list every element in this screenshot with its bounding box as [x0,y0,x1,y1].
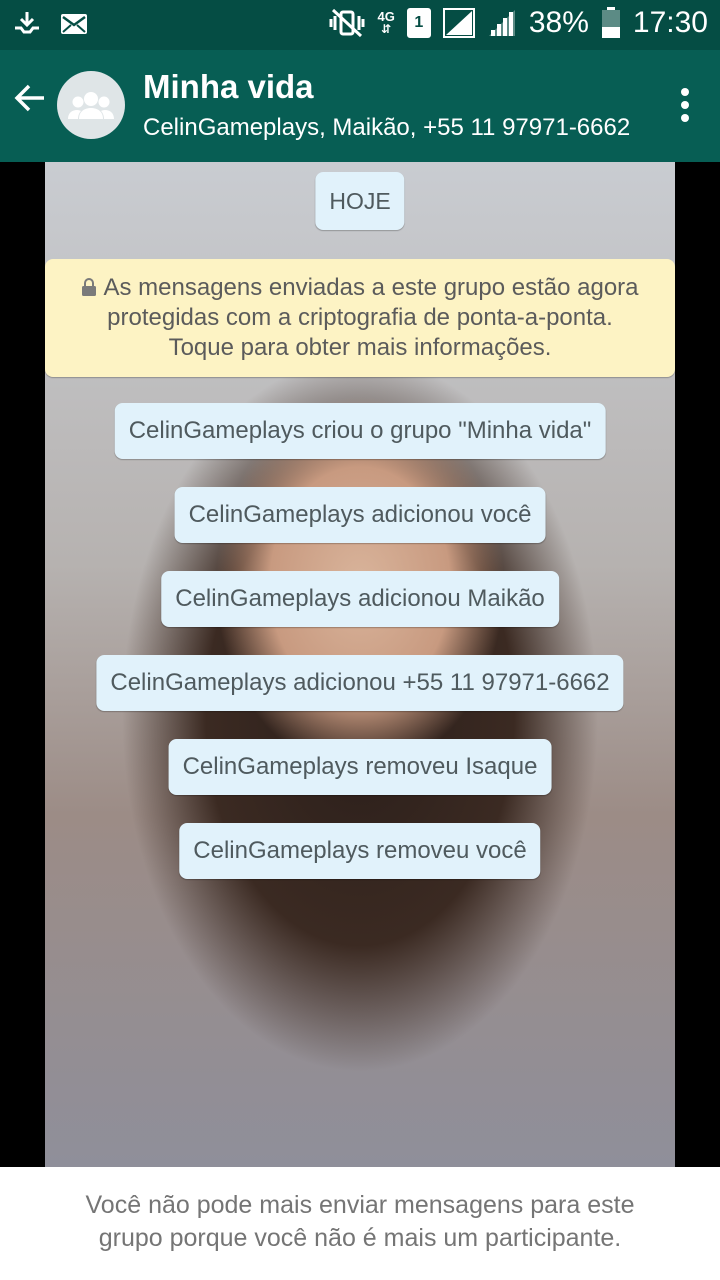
network-type-indicator: 4G ⇵ [377,9,395,36]
message-list: HOJE As mensagens enviadas a este grupo … [0,162,720,1167]
group-avatar[interactable] [57,71,125,139]
battery-percent: 38% [528,6,589,39]
status-bar: 4G ⇵ 1 38% 17:30 [0,0,720,50]
mute-vibrate-icon [329,8,365,38]
signal-icon [442,8,475,38]
group-icon [68,92,114,119]
chat-title[interactable]: Minha vida [143,68,314,106]
overflow-menu-button[interactable] [680,88,690,128]
back-button[interactable] [12,80,56,124]
chat-area[interactable]: HOJE As mensagens enviadas a este grupo … [0,162,720,1167]
encryption-notice-text: As mensagens enviadas a este grupo estão… [103,274,639,361]
more-vert-icon [681,88,689,96]
lock-icon [82,278,97,296]
back-arrow-icon [14,84,44,112]
footer-line-1: Você não pode mais enviar mensagens para… [85,1191,635,1219]
encryption-notice[interactable]: As mensagens enviadas a este grupo estão… [45,259,675,377]
system-message: CelinGameplays removeu você [179,823,541,879]
chat-header: Minha vida CelinGameplays, Maikão, +55 1… [0,50,720,162]
signal-strength-icon [488,10,515,36]
system-message: CelinGameplays removeu Isaque [168,739,552,795]
removed-participant-notice: Você não pode mais enviar mensagens para… [0,1167,720,1280]
battery-icon [601,7,620,38]
chat-participants[interactable]: CelinGameplays, Maikão, +55 11 97971-666… [143,114,643,142]
sim-slot-icon: 1 [406,8,431,38]
system-message: CelinGameplays adicionou Maikão [161,571,559,627]
download-icon [15,12,39,34]
footer-line-2: grupo porque você não é mais um particip… [98,1224,622,1252]
system-message: CelinGameplays criou o grupo "Minha vida… [114,403,606,459]
clock: 17:30 [632,6,708,39]
system-message: CelinGameplays adicionou você [174,487,546,543]
mail-icon [61,14,87,34]
date-divider: HOJE [315,172,405,230]
system-message: CelinGameplays adicionou +55 11 97971-66… [96,655,624,711]
